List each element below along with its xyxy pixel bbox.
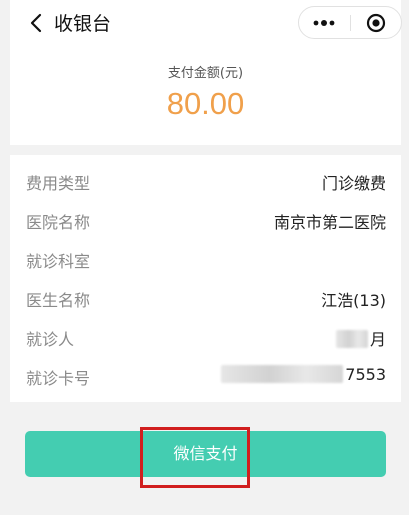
detail-label: 医院名称	[26, 213, 91, 232]
detail-label: 就诊卡号	[26, 369, 91, 388]
mini-program-capsule	[298, 6, 402, 39]
highlight-box	[140, 427, 250, 488]
amount-label: 支付金额(元)	[167, 66, 244, 81]
detail-row-doctor: 医生名称 江浩(13)	[10, 278, 401, 316]
detail-value-card: 7553	[221, 365, 386, 384]
detail-row-hospital: 医院名称 南京市第二医院	[10, 200, 401, 238]
chevron-left-icon	[30, 13, 42, 33]
page-title: 收银台	[54, 13, 112, 35]
detail-value-patient: 月	[335, 326, 386, 350]
detail-value: 门诊缴费	[321, 174, 386, 193]
detail-row-fee-type: 费用类型 门诊缴费	[10, 161, 401, 199]
detail-label: 费用类型	[26, 174, 91, 193]
detail-label: 就诊科室	[26, 252, 91, 271]
navigation-bar: 收银台	[10, 0, 402, 46]
detail-row-department: 就诊科室	[10, 239, 401, 277]
detail-value: 江浩(13)	[321, 291, 386, 310]
redacted-blur	[335, 330, 368, 348]
redacted-blur	[221, 365, 344, 383]
detail-value: 南京市第二医院	[273, 213, 386, 232]
payment-header: 收银台 支付金额(元) 80.00	[10, 0, 402, 145]
order-details: 费用类型 门诊缴费 医院名称 南京市第二医院 就诊科室 医生名称 江浩(13) …	[10, 155, 401, 402]
more-dots-icon	[313, 19, 335, 26]
detail-value: 月	[369, 330, 386, 349]
target-close-icon	[366, 13, 386, 32]
payment-amount: 80.00	[166, 86, 245, 121]
more-button[interactable]	[299, 7, 349, 38]
detail-label: 就诊人	[26, 330, 75, 349]
close-button[interactable]	[351, 7, 401, 38]
back-button[interactable]	[24, 10, 48, 36]
detail-row-card-number: 就诊卡号 7553	[10, 356, 401, 394]
detail-label: 医生名称	[26, 291, 91, 310]
detail-value: 7553	[345, 365, 386, 384]
detail-row-patient: 就诊人 月	[10, 317, 401, 355]
